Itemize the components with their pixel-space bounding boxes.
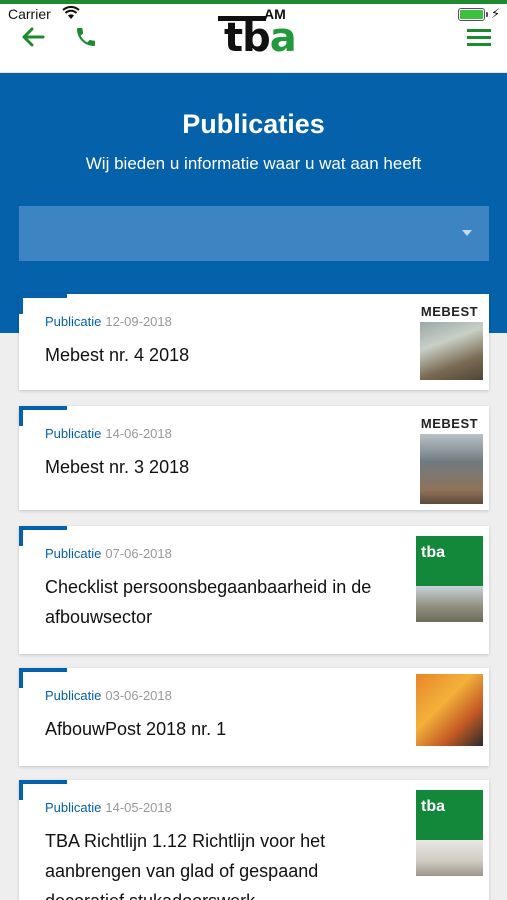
page-subtitle: Wij bieden u informatie waar u wat aan h… (85, 154, 422, 173)
hamburger-menu-icon (467, 29, 491, 46)
publication-title-line: Mebest nr. 3 2018 (45, 457, 190, 477)
publication-thumbnail: MEBEST (416, 294, 483, 380)
publication-card[interactable]: Publicatie 14-06-2018 Mebest nr. 3 2018 M… (19, 406, 489, 510)
thumbnail-label: tba (421, 798, 445, 815)
category-filter-select[interactable] (19, 206, 489, 261)
publication-date: 14-06-2018 (105, 426, 172, 441)
card-corner-accent (19, 526, 67, 546)
publication-title: Mebest nr. 3 2018 (45, 452, 395, 482)
battery-icon (458, 8, 488, 21)
page-title: Publicaties (182, 109, 325, 139)
publication-card[interactable]: Publicatie 14-05-2018 TBA Richtlijn 1.12 … (19, 780, 489, 900)
thumbnail-image (416, 840, 483, 876)
publication-thumbnail: tba (416, 780, 483, 880)
publication-type: Publicatie (45, 688, 102, 703)
call-button[interactable] (71, 22, 101, 52)
publication-meta: Publicatie 14-05-2018 (45, 800, 172, 815)
status-time: AM (264, 6, 286, 22)
thumbnail-image (416, 586, 483, 622)
card-corner-accent (19, 668, 67, 688)
arrow-left-icon (22, 27, 45, 47)
publication-title-line: Mebest nr. 4 2018 (45, 345, 190, 365)
wifi-icon (62, 6, 80, 19)
publication-meta: Publicatie 03-06-2018 (45, 688, 172, 703)
publication-card[interactable]: Publicatie 03-06-2018 AfbouwPost 2018 nr.… (19, 668, 489, 766)
publication-title-line: afbouwsector (45, 607, 153, 627)
thumbnail-image (420, 434, 483, 504)
publication-card[interactable]: Publicatie 12-09-2018 Mebest nr. 4 2018 M… (19, 294, 489, 390)
thumbnail-cover: tba (416, 536, 483, 586)
thumbnail-label: MEBEST (420, 416, 479, 431)
publication-thumbnail: tba (416, 526, 483, 626)
thumbnail-cover: tba (416, 790, 483, 840)
card-corner-accent (19, 780, 67, 800)
publication-thumbnail (416, 668, 483, 752)
publication-type: Publicatie (45, 426, 102, 441)
publication-title-line: AfbouwPost 2018 nr. 1 (45, 719, 227, 739)
publication-date: 14-05-2018 (105, 800, 172, 815)
phone-icon (77, 28, 95, 46)
card-corner-accent (19, 406, 67, 426)
thumbnail-image (420, 322, 483, 380)
publication-card[interactable]: Publicatie 07-06-2018 Checklist persoonsb… (19, 526, 489, 654)
publication-date: 12-09-2018 (105, 314, 172, 329)
thumbnail-image (416, 674, 483, 746)
publication-type: Publicatie (45, 546, 102, 561)
publication-title-line: aanbrengen van glad of gespaand (45, 861, 319, 881)
logo-text: tba (224, 18, 297, 58)
chevron-down-icon (462, 230, 472, 236)
publication-meta: Publicatie 14-06-2018 (45, 426, 172, 441)
menu-button[interactable] (464, 22, 494, 52)
battery-level-fill (460, 10, 483, 19)
publication-meta: Publicatie 07-06-2018 (45, 546, 172, 561)
publication-type: Publicatie (45, 800, 102, 815)
publication-title: TBA Richtlijn 1.12 Richtlijn voor het aa… (45, 826, 395, 900)
publication-date: 07-06-2018 (105, 546, 172, 561)
publication-title: Mebest nr. 4 2018 (45, 340, 395, 370)
publication-title-line: TBA Richtlijn 1.12 Richtlijn voor het (45, 831, 326, 851)
publication-title-line: decoratief stukadoorswerk (45, 886, 395, 900)
publication-type: Publicatie (45, 314, 102, 329)
publication-title: Checklist persoonsbegaanbaarheid in de a… (45, 572, 395, 632)
publication-title-line: Checklist persoonsbegaanbaarheid in de (45, 577, 372, 597)
thumbnail-label: MEBEST (420, 304, 479, 319)
publication-thumbnail: MEBEST (416, 406, 483, 506)
status-bar: Carrier AM ⚡ (0, 4, 507, 24)
charging-bolt-icon: ⚡ (491, 6, 501, 21)
thumbnail-label: tba (421, 544, 445, 561)
publication-meta: Publicatie 12-09-2018 (45, 314, 172, 329)
card-corner-accent (19, 294, 67, 314)
back-button[interactable] (18, 22, 48, 52)
publication-date: 03-06-2018 (105, 688, 172, 703)
publication-title: AfbouwPost 2018 nr. 1 (45, 714, 395, 744)
carrier-label: Carrier (8, 6, 51, 22)
battery-cap (486, 12, 488, 17)
